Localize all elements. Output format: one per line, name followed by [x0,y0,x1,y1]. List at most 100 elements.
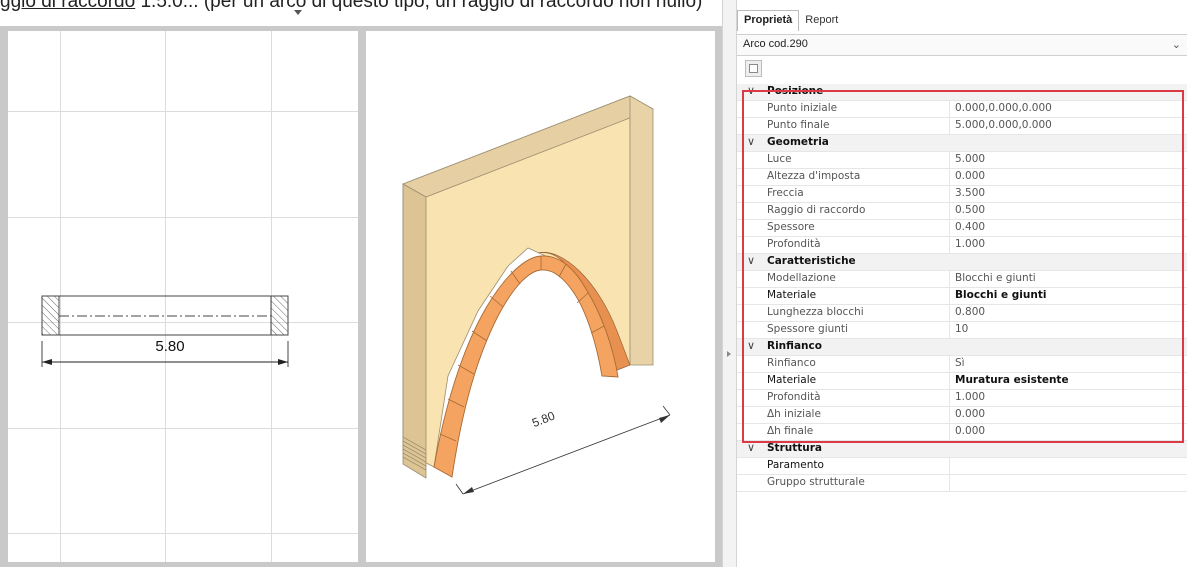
chevron-down-icon[interactable]: ∨ [747,441,755,454]
plan-view[interactable]: 5.80 [8,31,358,562]
chevron-down-icon[interactable]: ∨ [747,135,755,148]
column-separator [949,424,950,440]
properties-panel: Proprietà Report Arco cod.290 ⌄ ∨ Posizion… [737,0,1187,567]
category-label: Rinfianco [767,340,822,352]
iso-dimension [455,405,671,495]
column-separator [949,322,950,338]
iso-view[interactable]: 5.80 [366,31,715,562]
property-row[interactable]: Freccia 3.500 [737,186,1187,203]
property-row[interactable]: Materiale Blocchi e giunti [737,288,1187,305]
chevron-down-icon[interactable]: ∨ [747,84,755,97]
property-name: Gruppo strutturale [767,476,865,488]
property-category[interactable]: ∨ Rinfianco [737,339,1187,356]
property-value[interactable]: 0.500 [955,204,985,216]
property-row[interactable]: Modellazione Blocchi e giunti [737,271,1187,288]
property-row[interactable]: Spessore giunti 10 [737,322,1187,339]
property-name: Profondità [767,238,821,250]
column-separator [949,305,950,321]
property-value[interactable]: 0.000 [955,170,985,182]
property-value[interactable]: 0.400 [955,221,985,233]
column-separator [949,101,950,117]
collapse-arrow-icon[interactable] [727,351,731,357]
property-value[interactable]: 5.000 [955,153,985,165]
property-value[interactable]: 1.000 [955,238,985,250]
property-category[interactable]: ∨ Struttura [737,441,1187,458]
property-row[interactable]: Punto iniziale 0.000,0.000,0.000 [737,101,1187,118]
property-row[interactable]: Spessore 0.400 [737,220,1187,237]
property-name: Rinfianco [767,357,816,369]
property-value[interactable]: Blocchi e giunti [955,289,1046,301]
property-name: Δh finale [767,425,814,437]
dim-arrow-left [42,359,52,365]
chevron-down-icon[interactable]: ∨ [747,254,755,267]
dim-arrow-right [278,359,288,365]
property-value[interactable]: Blocchi e giunti [955,272,1036,284]
iso-dim-arrow-right [659,415,670,423]
property-row[interactable]: Luce 5.000 [737,152,1187,169]
property-value[interactable]: 0.000,0.000,0.000 [955,102,1052,114]
property-value[interactable]: 0.000 [955,408,985,420]
property-name: Spessore giunti [767,323,848,335]
column-separator [949,118,950,134]
column-separator [949,458,950,474]
property-value[interactable]: Muratura esistente [955,374,1069,386]
property-row[interactable]: Profondità 1.000 [737,237,1187,254]
column-separator [949,271,950,287]
property-value[interactable]: 0.800 [955,306,985,318]
object-selector[interactable]: Arco cod.290 ⌄ [737,34,1187,56]
property-row[interactable]: Profondità 1.000 [737,390,1187,407]
property-row[interactable]: Δh iniziale 0.000 [737,407,1187,424]
property-value[interactable]: 10 [955,323,968,335]
column-separator [949,169,950,185]
column-separator [949,203,950,219]
plan-hatch-left [41,295,60,336]
property-category[interactable]: ∨ Posizione [737,84,1187,101]
property-value[interactable]: Sì [955,357,965,369]
column-separator [949,390,950,406]
property-row[interactable]: Δh finale 0.000 [737,424,1187,441]
viewport-area: 5.80 5.80 [0,26,722,567]
property-grid: ∨ Posizione Punto iniziale 0.000,0.000,0.00… [737,84,1187,567]
plan-dimension-label: 5.80 [155,338,185,355]
property-name: Punto iniziale [767,102,838,114]
instruction-text: ggio di raccordo 1.5.0... (per un arco d… [0,0,703,12]
tab-report[interactable]: Report [799,11,844,31]
property-value[interactable]: 3.500 [955,187,985,199]
column-separator [949,356,950,372]
chevron-down-icon[interactable]: ∨ [747,339,755,352]
properties-toggle-icon[interactable] [745,60,762,77]
property-row[interactable]: Rinfianco Sì [737,356,1187,373]
chevron-down-icon[interactable]: ⌄ [1172,38,1181,51]
view-menu-caret-icon[interactable] [294,10,302,15]
panel-splitter[interactable] [722,0,737,567]
property-value[interactable]: 5.000,0.000,0.000 [955,119,1052,131]
property-row[interactable]: Raggio di raccordo 0.500 [737,203,1187,220]
property-name: Luce [767,153,792,165]
column-separator [949,152,950,168]
property-name: Materiale [767,289,817,301]
property-row[interactable]: Paramento [737,458,1187,475]
plan-hatch-right [270,295,289,336]
property-row[interactable]: Materiale Muratura esistente [737,373,1187,390]
property-value[interactable]: 1.000 [955,391,985,403]
tab-proprieta[interactable]: Proprietà [737,10,800,31]
category-label: Posizione [767,85,824,97]
property-value[interactable]: 0.000 [955,425,985,437]
property-row[interactable]: Punto finale 5.000,0.000,0.000 [737,118,1187,135]
column-separator [949,288,950,304]
arch-3d-drawing [402,95,671,495]
instruction-text-rest: 1.5.0... (per un arco di questo tipo, un… [135,0,703,12]
property-name: Lunghezza blocchi [767,306,864,318]
property-row[interactable]: Lunghezza blocchi 0.800 [737,305,1187,322]
property-row[interactable]: Altezza d'imposta 0.000 [737,169,1187,186]
panel-tabs: Proprietà Report [737,10,844,31]
column-separator [949,237,950,253]
property-name: Raggio di raccordo [767,204,866,216]
category-label: Struttura [767,442,823,454]
property-name: Freccia [767,187,804,199]
property-category[interactable]: ∨ Caratteristiche [737,254,1187,271]
column-separator [949,475,950,491]
property-category[interactable]: ∨ Geometria [737,135,1187,152]
property-row[interactable]: Gruppo strutturale [737,475,1187,492]
property-name: Δh iniziale [767,408,821,420]
